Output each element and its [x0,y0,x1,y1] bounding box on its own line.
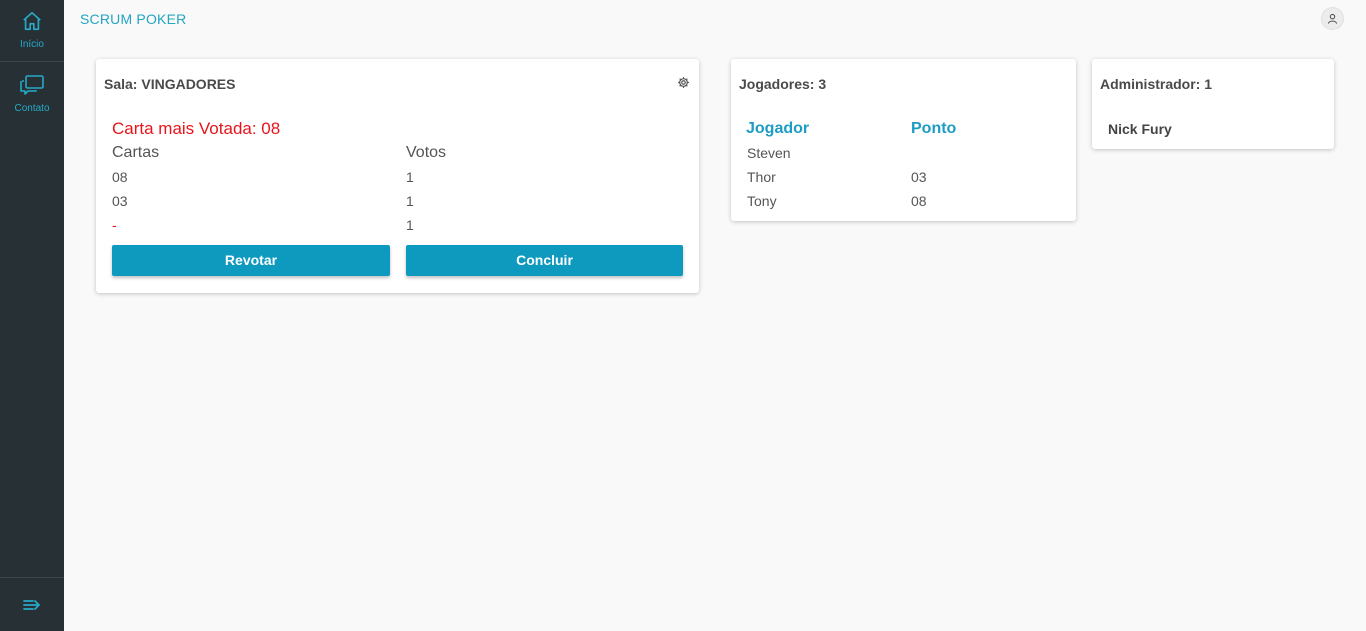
vote-count-value: 1 [406,217,414,233]
vote-card-value: 03 [112,193,128,209]
vote-count-value: 1 [406,169,414,185]
player-name: Steven [747,145,791,161]
collapse-arrow-icon [23,599,41,610]
admin-name: Nick Fury [1108,121,1172,137]
user-avatar[interactable] [1321,7,1344,30]
vote-card-value: 08 [112,169,128,185]
home-icon [23,11,41,31]
vote-count-value: 1 [406,193,414,209]
points-column-header: Ponto [911,120,957,137]
players-title: Jogadores: 3 [739,76,827,92]
gear-icon[interactable] [677,76,690,89]
player-points: 03 [911,169,927,185]
finish-button[interactable]: Concluir [406,245,683,276]
sidebar: Início Contato [0,0,64,631]
user-icon [1327,13,1338,24]
cards-column-header: Cartas [112,144,160,161]
app-title[interactable]: SCRUM POKER [80,11,186,27]
votes-column-header: Votos [406,144,447,161]
player-points: 08 [911,193,927,209]
players-card: Jogadores: 3 Jogador Ponto Steven Thor 0… [731,59,1076,221]
sidebar-item-label: Contato [14,103,50,114]
sidebar-item-inicio[interactable]: Início [0,10,64,50]
player-name: Tony [747,193,777,209]
revote-button[interactable]: Revotar [112,245,390,276]
vote-card-value: - [112,217,117,233]
admin-card: Administrador: 1 Nick Fury [1092,59,1334,149]
sidebar-divider [0,61,64,62]
player-column-header: Jogador [746,120,810,137]
chat-icon [20,75,44,95]
admin-title: Administrador: 1 [1100,76,1213,92]
player-name: Thor [747,169,776,185]
sidebar-collapse-button[interactable] [0,577,64,631]
sidebar-item-contato[interactable]: Contato [0,74,64,114]
room-card: Sala: VINGADORES Carta mais Votada: 08 C… [96,59,699,293]
room-title: Sala: VINGADORES [104,76,236,92]
sidebar-item-label: Início [20,39,44,50]
most-voted-card: Carta mais Votada: 08 [112,119,281,138]
